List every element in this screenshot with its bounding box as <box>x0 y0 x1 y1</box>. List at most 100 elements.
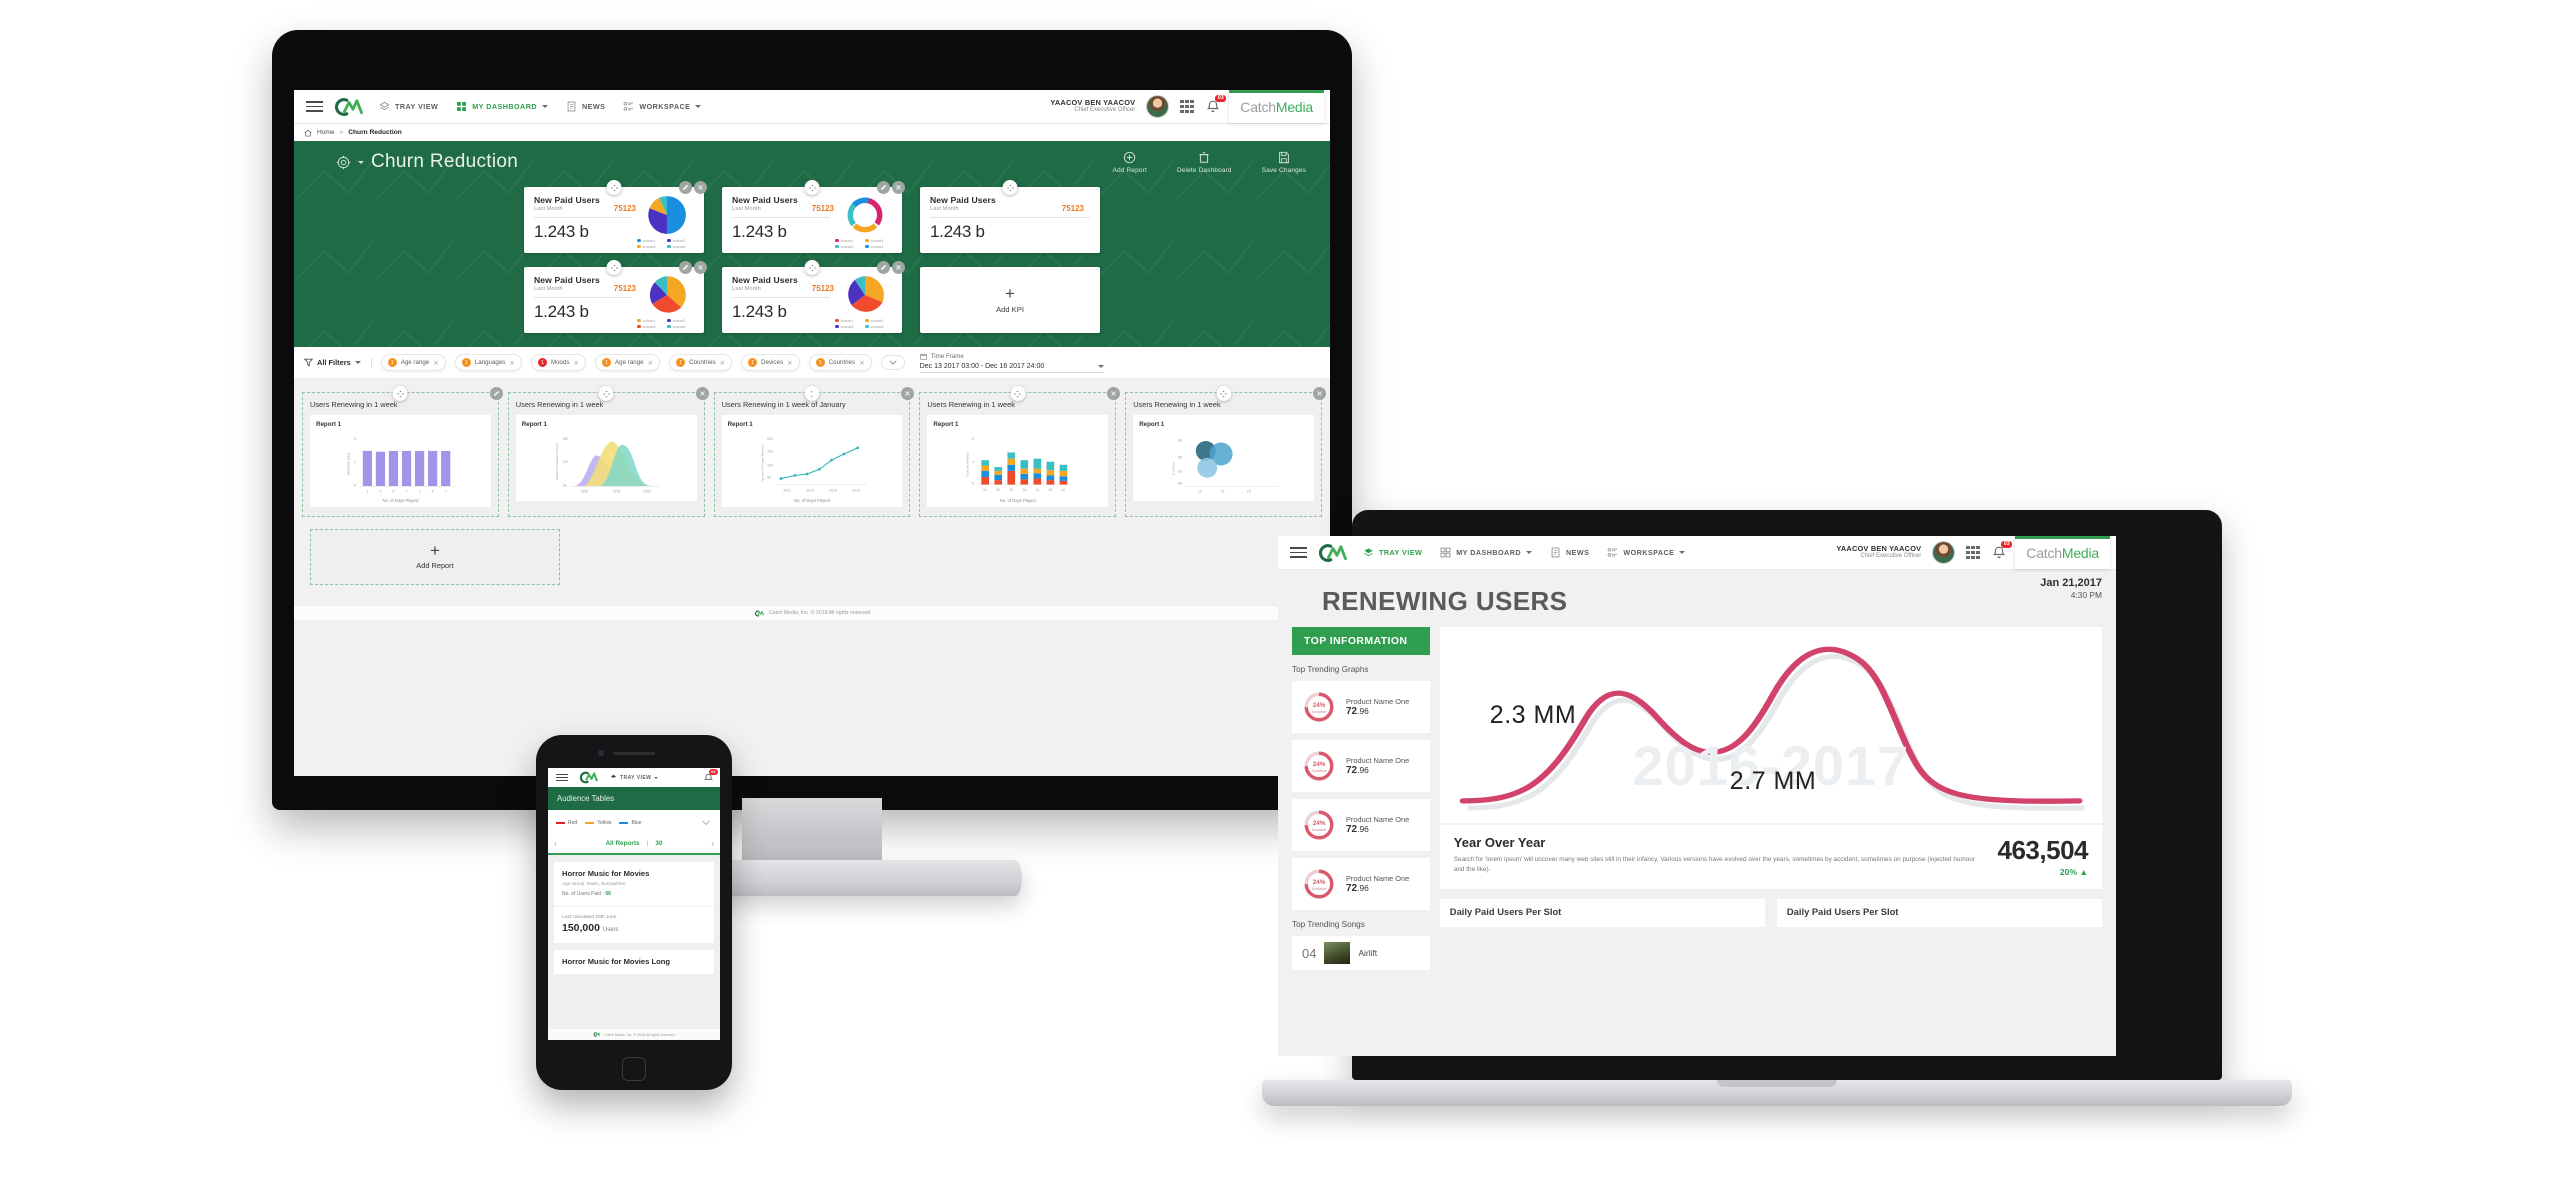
avatar[interactable] <box>1146 95 1170 118</box>
avatar[interactable] <box>1932 541 1956 564</box>
hamburger-menu-icon[interactable] <box>306 101 323 112</box>
phone-camera <box>598 750 604 756</box>
kpi-card[interactable]: New Paid Users Last Month 75123 1.243 b <box>722 180 905 253</box>
remove-filter-icon[interactable]: ✕ <box>720 359 726 367</box>
edit-kpi-button[interactable] <box>679 181 692 194</box>
drag-handle-icon[interactable] <box>392 386 408 401</box>
nav-tray-view[interactable]: TRAY VIEW <box>379 101 438 112</box>
phone-reports-pager[interactable]: ‹ All Reports | 30 › <box>548 835 720 855</box>
notifications-bell[interactable]: 03 <box>1205 95 1227 115</box>
nav-tray-view[interactable]: TRAY VIEW <box>1363 547 1422 558</box>
kpi-card[interactable]: New Paid Users Last Month 75123 1.243 b <box>524 180 707 253</box>
filter-chip[interactable]: 1 Countries ✕ <box>669 354 733 371</box>
apps-grid-icon[interactable] <box>1966 545 1981 560</box>
list-item[interactable]: 24% Available Product Name One 72.96 <box>1292 799 1430 851</box>
drag-handle-icon[interactable] <box>1216 386 1232 401</box>
save-changes-action[interactable]: Save Changes <box>1262 150 1306 174</box>
report-card[interactable]: Users Renewing in 1 week Report 1 2 1 0 Co… <box>919 386 1121 517</box>
catchmedia-logo-icon <box>594 1032 601 1037</box>
drag-handle-icon[interactable] <box>1010 386 1026 401</box>
list-item[interactable]: 24% Available Product Name One 72.96 <box>1292 858 1430 910</box>
report-card[interactable]: Users Renewing in 1 week Report 1 3 1 0 Se… <box>302 386 503 517</box>
hamburger-menu-icon[interactable] <box>1290 547 1307 558</box>
close-report-button[interactable] <box>695 387 709 400</box>
kpi-card[interactable]: New Paid Users Last Month 75123 1.243 b <box>722 260 905 333</box>
phone-home-button[interactable] <box>622 1057 646 1081</box>
filter-chip[interactable]: 1 Countries ✕ <box>808 354 872 371</box>
edit-report-button[interactable] <box>489 387 503 400</box>
expand-filters-button[interactable] <box>880 355 905 370</box>
nav-news[interactable]: NEWS <box>566 101 605 112</box>
remove-filter-icon[interactable]: ✕ <box>648 359 654 367</box>
dashboard-title-caret-icon[interactable] <box>358 160 364 164</box>
drag-handle-icon[interactable] <box>606 180 622 195</box>
filter-chip[interactable]: 1 Age range ✕ <box>595 354 661 371</box>
edit-kpi-button[interactable] <box>877 261 890 274</box>
chevron-down-icon <box>1525 551 1532 554</box>
svg-text:03: 03 <box>1010 488 1014 492</box>
user-info[interactable]: YAACOV BEN YAACOV Chief Executive Office… <box>1050 98 1135 115</box>
filter-chip[interactable]: 1 Devices ✕ <box>741 354 800 371</box>
kpi-card[interactable]: New Paid Users Last Month 75123 1.243 b <box>920 180 1100 253</box>
list-item[interactable]: 04 Airlift <box>1292 936 1430 970</box>
drag-handle-icon[interactable] <box>804 260 820 275</box>
nav-my-dashboard[interactable]: MY DASHBOARD <box>1440 547 1532 558</box>
close-kpi-button[interactable] <box>694 261 707 274</box>
nav-tray-view[interactable]: TRAY VIEW <box>610 774 659 781</box>
remove-filter-icon[interactable]: ✕ <box>574 359 580 367</box>
report-card[interactable]: Users Renewing in 1 week Report 1 3M 1M 0k… <box>507 386 709 517</box>
list-item[interactable]: 24% Available Product Name One 72.96 <box>1292 740 1430 792</box>
remove-filter-icon[interactable]: ✕ <box>787 359 793 367</box>
all-filters-button[interactable]: All Filters <box>304 358 372 367</box>
brand-suffix: Media <box>2061 545 2099 561</box>
remove-filter-icon[interactable]: ✕ <box>859 359 865 367</box>
nav-workspace[interactable]: WORKSPACE <box>623 101 702 112</box>
drag-handle-icon[interactable] <box>598 386 614 401</box>
hamburger-menu-icon[interactable] <box>556 773 568 782</box>
options-icon[interactable] <box>700 817 712 829</box>
nav-workspace[interactable]: WORKSPACE <box>1607 547 1686 558</box>
notifications-bell[interactable]: 03 <box>1991 541 2013 561</box>
close-report-button[interactable] <box>901 387 915 400</box>
remove-filter-icon[interactable]: ✕ <box>433 359 439 367</box>
add-kpi-card[interactable]: + Add KPI <box>920 267 1100 333</box>
legend-item: colour3 <box>865 238 891 243</box>
add-report-action[interactable]: Add Report <box>1113 150 1147 174</box>
list-item[interactable]: Horror Music for Movies Age Group: Music… <box>554 862 714 906</box>
close-report-button[interactable] <box>1312 387 1326 400</box>
close-kpi-button[interactable] <box>892 261 905 274</box>
list-item[interactable]: Horror Music for Movies Long <box>554 950 714 974</box>
next-icon[interactable]: › <box>711 839 714 848</box>
prev-icon[interactable]: ‹ <box>554 839 557 848</box>
target-gear-icon[interactable] <box>336 155 351 170</box>
drag-handle-icon[interactable] <box>804 386 820 401</box>
home-icon[interactable] <box>304 129 312 137</box>
edit-kpi-button[interactable] <box>877 181 890 194</box>
edit-kpi-button[interactable] <box>679 261 692 274</box>
add-report-placeholder[interactable]: + Add Report <box>310 529 560 585</box>
nav-my-dashboard[interactable]: MY DASHBOARD <box>456 101 548 112</box>
apps-grid-icon[interactable] <box>1180 99 1195 114</box>
filter-chip[interactable]: 1 Languages ✕ <box>454 354 522 371</box>
notifications-bell[interactable]: 03 <box>703 768 718 784</box>
drag-handle-icon[interactable] <box>606 260 622 275</box>
report-card[interactable]: Users Renewing in 1 week Report 1 80 60 20… <box>1125 386 1326 517</box>
remove-filter-icon[interactable]: ✕ <box>509 359 515 367</box>
filter-chip[interactable]: 1 Age range ✕ <box>380 354 446 371</box>
close-kpi-button[interactable] <box>694 181 707 194</box>
report-card[interactable]: Users Renewing in 1 week of January Repo… <box>713 386 915 517</box>
kpi-card[interactable]: New Paid Users Last Month 75123 1.243 b <box>524 260 707 333</box>
drag-handle-icon[interactable] <box>804 180 820 195</box>
filter-chip[interactable]: 1 Moods ✕ <box>530 354 587 371</box>
nav-news[interactable]: NEWS <box>1550 547 1589 558</box>
delete-dashboard-action[interactable]: Delete Dashboard <box>1177 150 1232 174</box>
close-report-button[interactable] <box>1107 387 1121 400</box>
close-kpi-button[interactable] <box>892 181 905 194</box>
drag-handle-icon[interactable] <box>1002 180 1018 195</box>
report-xlabel: No. of Days Played <box>382 498 419 503</box>
list-item[interactable]: 24% Available Product Name One 72.96 <box>1292 681 1430 733</box>
timeframe-selector[interactable]: Time Frame Dec 13 2017 03:00 - Dec 16 20… <box>919 353 1104 373</box>
timeframe-value-row[interactable]: Dec 13 2017 03:00 - Dec 16 2017 24:00 <box>919 361 1104 373</box>
user-info[interactable]: YAACOV BEN YAACOV Chief Executive Office… <box>1836 544 1921 561</box>
breadcrumb-home[interactable]: Home <box>317 129 335 136</box>
